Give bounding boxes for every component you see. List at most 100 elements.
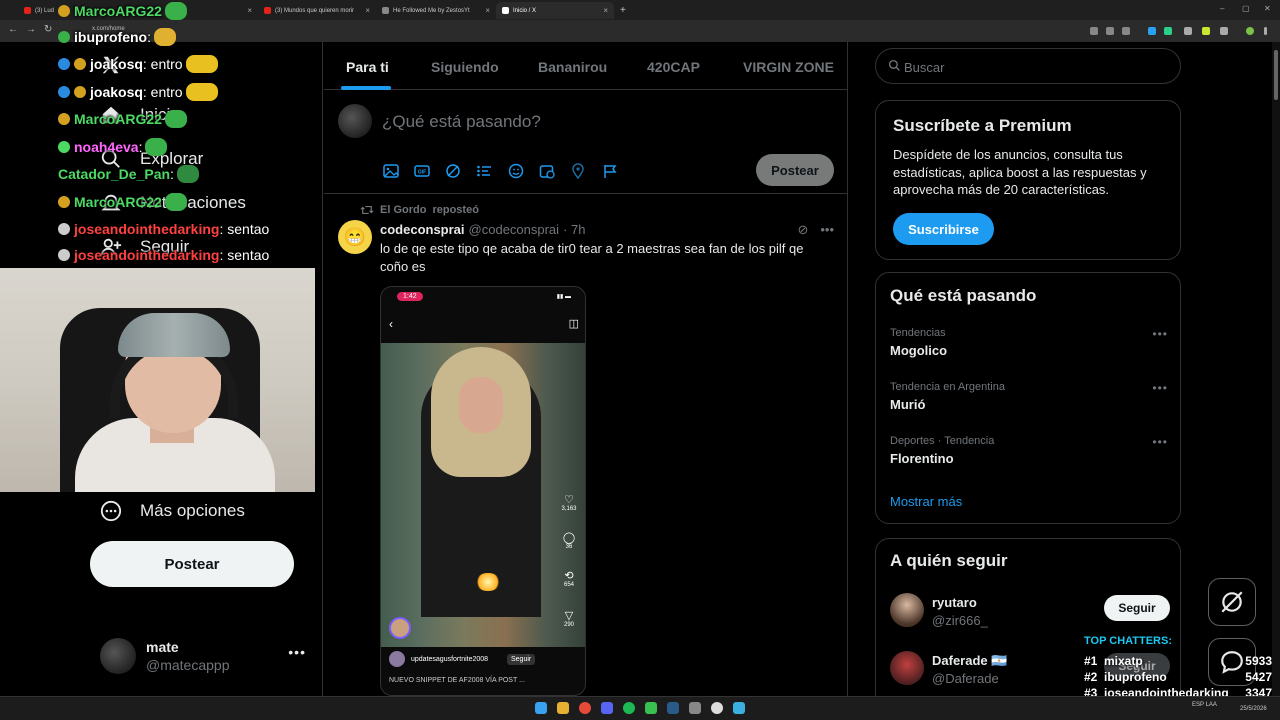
webcam-cap: [118, 313, 230, 357]
tweet-time[interactable]: · 7h: [563, 222, 585, 237]
tab-420cap[interactable]: 420CAP: [647, 59, 700, 75]
author-name[interactable]: codeconsprai: [380, 222, 465, 237]
gif-icon[interactable]: GIF: [414, 163, 430, 179]
tweet-media-video[interactable]: 1:42 ▮▮ ▬ ‹ ◫ ♡ 3,163 ◯ 36 ⟲ 654 ▽ 290 updat…: [380, 286, 586, 696]
browser-tab-label: He Followed Me by ZestosYt: [393, 7, 470, 14]
chat-line: joseandointhedarking : sentao: [58, 218, 269, 240]
emoji-icon[interactable]: [508, 163, 524, 179]
grok-floating-button[interactable]: [1208, 578, 1256, 626]
chrome-icon[interactable]: [579, 702, 591, 714]
poll-icon[interactable]: [476, 163, 492, 179]
flag-icon[interactable]: [602, 163, 618, 179]
close-tab-icon[interactable]: ×: [365, 6, 370, 15]
scrollbar-thumb[interactable]: [1274, 50, 1278, 100]
follow-suggestion[interactable]: ryutaro @zir666_ Seguir: [890, 591, 1170, 631]
grok-icon[interactable]: ⊘: [797, 222, 808, 238]
tab-following[interactable]: Siguiendo: [431, 59, 499, 75]
zoom-icon[interactable]: [1106, 27, 1114, 35]
trend-item[interactable]: Tendencias Mogolico •••: [890, 327, 1170, 358]
chat-user: joakosq: [90, 84, 143, 100]
browser-tab-label: Inicio / X: [513, 7, 537, 14]
extension-icon[interactable]: [1184, 27, 1192, 35]
minimize-icon[interactable]: –: [1220, 4, 1224, 13]
post-button[interactable]: Postear: [90, 541, 294, 587]
back-icon: ‹: [389, 317, 393, 331]
schedule-icon[interactable]: [539, 163, 555, 179]
close-tab-icon[interactable]: ×: [603, 6, 608, 15]
browser-tab-active[interactable]: Inicio / X ×: [496, 2, 614, 19]
tweet-actions-top: ⊘ •••: [797, 222, 834, 238]
extension-icon[interactable]: [1148, 27, 1156, 35]
trending-title: Qué está pasando: [890, 286, 1037, 305]
app-icon[interactable]: [689, 702, 701, 714]
chat-line: joakosq : entro: [58, 81, 218, 103]
compose-post-button[interactable]: Postear: [756, 154, 834, 186]
tab-virgin-zone[interactable]: VIRGIN ZONE: [743, 59, 834, 75]
more-icon[interactable]: •••: [288, 644, 306, 660]
reload-icon[interactable]: ↻: [44, 24, 52, 35]
premium-title: Suscríbete a Premium: [893, 116, 1072, 135]
search-box[interactable]: Buscar: [875, 48, 1181, 84]
more-icon[interactable]: •••: [820, 222, 834, 238]
extensions-puzzle-icon[interactable]: [1220, 27, 1228, 35]
location-icon[interactable]: [570, 163, 586, 179]
chat-message: : sentao: [219, 247, 270, 263]
chat-line: ibuprofeno :: [58, 26, 176, 48]
trend-item[interactable]: Deportes · Tendencia Florentino •••: [890, 435, 1170, 466]
premium-text: Despídete de los anuncios, consulta tus …: [893, 147, 1147, 197]
profile-avatar-icon[interactable]: [1246, 27, 1254, 35]
app-icon[interactable]: [645, 702, 657, 714]
more-icon[interactable]: •••: [1152, 435, 1168, 449]
app-icon[interactable]: [733, 702, 745, 714]
tab-for-you[interactable]: Para ti: [346, 59, 389, 75]
browser-menu-icon[interactable]: [1264, 27, 1267, 35]
maximize-icon[interactable]: ▢: [1242, 4, 1250, 13]
cast-icon[interactable]: [1090, 27, 1098, 35]
subscribe-button[interactable]: Suscribirse: [893, 213, 994, 245]
discord-icon[interactable]: [601, 702, 613, 714]
windows-start-icon[interactable]: [535, 702, 547, 714]
trend-item[interactable]: Tendencia en Argentina Murió •••: [890, 381, 1170, 412]
nav-item-more-options[interactable]: Más opciones: [100, 500, 245, 522]
compose-input[interactable]: ¿Qué está pasando?: [382, 112, 541, 132]
language-indicator[interactable]: ESP LAA: [1192, 702, 1217, 708]
spotify-icon[interactable]: [623, 702, 635, 714]
badge-icon: [58, 196, 70, 208]
trending-card: Qué está pasando Tendencias Mogolico •••…: [875, 272, 1181, 524]
forward-icon[interactable]: →: [26, 24, 36, 35]
page-scrollbar[interactable]: [1272, 42, 1280, 696]
search-input[interactable]: Buscar: [904, 60, 944, 75]
grok-icon[interactable]: [445, 163, 461, 179]
tweet[interactable]: El Gordo reposteó 😁 codeconsprai @codeco…: [324, 194, 847, 696]
more-icon[interactable]: •••: [1152, 327, 1168, 341]
chat-line: noah4eva :: [58, 136, 168, 158]
repost-label: reposteó: [432, 204, 479, 216]
reposter-name[interactable]: El Gordo: [380, 204, 426, 216]
send-icon: ▽: [564, 610, 574, 622]
clock-date[interactable]: 25/5/2026: [1240, 706, 1267, 712]
image-icon[interactable]: [383, 163, 399, 179]
video-face: [459, 377, 503, 433]
tweet-author: codeconsprai @codeconsprai · 7h: [380, 222, 585, 237]
close-window-icon[interactable]: ✕: [1264, 4, 1271, 13]
obs-icon[interactable]: [711, 702, 723, 714]
close-tab-icon[interactable]: ×: [485, 6, 490, 15]
extension-icon[interactable]: [1164, 27, 1172, 35]
author-handle[interactable]: @codeconsprai: [469, 222, 560, 237]
chat-user: MarcoARG22: [74, 194, 162, 210]
bookmark-star-icon[interactable]: [1122, 27, 1130, 35]
extension-icon[interactable]: [1202, 27, 1210, 35]
more-icon[interactable]: •••: [1152, 381, 1168, 395]
file-explorer-icon[interactable]: [557, 702, 569, 714]
browser-tab[interactable]: He Followed Me by ZestosYt ×: [376, 2, 496, 19]
back-icon[interactable]: ←: [8, 24, 18, 35]
badge-icon: [74, 86, 86, 98]
account-switcher[interactable]: mate @matecappp •••: [100, 636, 312, 678]
tweet-avatar[interactable]: 😁: [338, 220, 372, 254]
follow-button[interactable]: Seguir: [1104, 595, 1170, 621]
chat-line: Catador_De_Pan :: [58, 163, 199, 185]
tab-bananirou[interactable]: Bananirou: [538, 59, 607, 75]
steam-icon[interactable]: [667, 702, 679, 714]
new-tab-button[interactable]: +: [614, 2, 632, 19]
show-more-link[interactable]: Mostrar más: [890, 494, 962, 509]
